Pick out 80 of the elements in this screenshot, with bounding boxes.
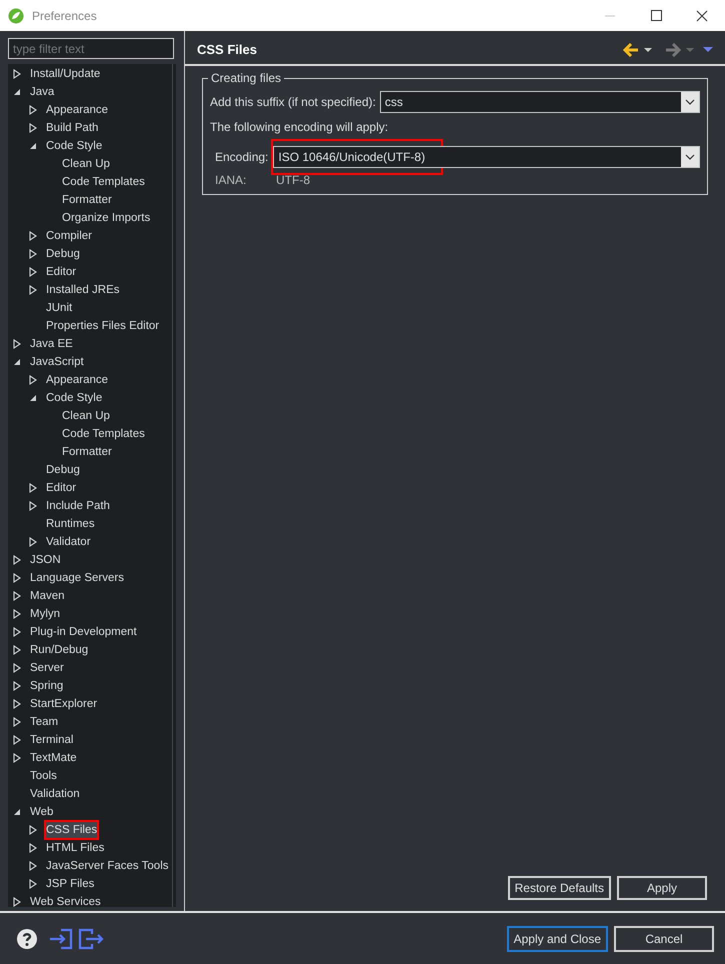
- tree-item[interactable]: Tools: [29, 767, 58, 785]
- iana-label: IANA:: [215, 172, 248, 189]
- tree-item[interactable]: Language Servers: [29, 569, 125, 587]
- expanded-triangle-icon[interactable]: [13, 808, 21, 816]
- tree-item[interactable]: Web: [29, 803, 54, 821]
- tree-item[interactable]: Team: [29, 713, 60, 731]
- tree-item[interactable]: Installed JREs: [45, 281, 121, 299]
- page-button[interactable]: Restore Defaults: [508, 876, 611, 900]
- tree-item[interactable]: Maven: [29, 587, 66, 605]
- tree-item[interactable]: JUnit: [45, 299, 74, 317]
- expanded-triangle-icon[interactable]: [29, 142, 37, 150]
- page-button[interactable]: Apply: [617, 876, 707, 900]
- chevron-down-icon[interactable]: [685, 154, 695, 160]
- tree-item[interactable]: Editor: [45, 479, 78, 497]
- tree-item[interactable]: Run/Debug: [29, 641, 90, 659]
- tree-item[interactable]: Server: [29, 659, 65, 677]
- menu-caret-icon[interactable]: [703, 46, 713, 53]
- expanded-triangle-icon[interactable]: [29, 394, 37, 402]
- tree-item[interactable]: TextMate: [29, 749, 78, 767]
- tree-item[interactable]: Compiler: [45, 227, 94, 245]
- tree-item[interactable]: Formatter: [61, 191, 113, 209]
- tree-item[interactable]: Code Style: [45, 389, 104, 407]
- tree-item[interactable]: Clean Up: [61, 155, 111, 173]
- tree-item[interactable]: CSS Files: [45, 821, 98, 839]
- expanded-triangle-icon[interactable]: [13, 88, 21, 96]
- tree-item[interactable]: Include Path: [45, 497, 111, 515]
- tree-item[interactable]: Plug-in Development: [29, 623, 138, 641]
- tree-item[interactable]: Code Style: [45, 137, 104, 155]
- tree-item[interactable]: Formatter: [61, 443, 113, 461]
- tree-item[interactable]: Mylyn: [29, 605, 62, 623]
- tree-item[interactable]: HTML Files: [45, 839, 106, 857]
- tree-item[interactable]: Terminal: [29, 731, 74, 749]
- tree-item[interactable]: Java: [29, 83, 56, 101]
- tree-item[interactable]: Appearance: [45, 101, 110, 119]
- tree-item[interactable]: StartExplorer: [29, 695, 98, 713]
- tree-item[interactable]: JavaServer Faces Tools: [45, 857, 170, 875]
- export-icon[interactable]: [78, 928, 104, 950]
- tree-item[interactable]: Web Services: [29, 893, 102, 907]
- tree-item[interactable]: Editor: [45, 263, 78, 281]
- leaf-logo-icon: [8, 8, 24, 24]
- expanded-triangle-icon[interactable]: [13, 358, 21, 366]
- tree-item[interactable]: JSP Files: [45, 875, 96, 893]
- iana-value: UTF-8: [276, 172, 310, 189]
- page-title: CSS Files: [197, 40, 257, 59]
- tree-item[interactable]: Properties Files Editor: [45, 317, 160, 335]
- import-icon[interactable]: [49, 928, 73, 950]
- dialog-button[interactable]: Cancel: [614, 926, 714, 952]
- collapsed-triangle-icon[interactable]: [29, 375, 37, 385]
- encoding-label: Encoding:: [215, 149, 268, 166]
- tree-item[interactable]: Code Templates: [61, 173, 146, 191]
- tree-item[interactable]: Code Templates: [61, 425, 146, 443]
- encoding-note: The following encoding will apply:: [210, 119, 390, 136]
- window-title: Preferences: [32, 8, 97, 24]
- tree-item[interactable]: Clean Up: [61, 407, 111, 425]
- forward-arrow-icon[interactable]: [665, 42, 681, 56]
- group-title: Creating files: [208, 71, 284, 85]
- tree-item[interactable]: Build Path: [45, 119, 100, 137]
- tree-item[interactable]: Debug: [45, 461, 81, 479]
- suffix-label: Add this suffix (if not specified):: [210, 94, 376, 111]
- suffix-dropdown[interactable]: css: [380, 91, 700, 113]
- tree-item[interactable]: Validation: [29, 785, 81, 803]
- tree-item[interactable]: Debug: [45, 245, 81, 263]
- caret-icon[interactable]: [643, 46, 653, 52]
- dialog-button[interactable]: Apply and Close: [506, 926, 608, 952]
- filter-field[interactable]: type filter text: [8, 38, 174, 59]
- tree-item[interactable]: JSON: [29, 551, 62, 569]
- tree-item[interactable]: Install/Update: [29, 65, 102, 83]
- tree-item[interactable]: Validator: [45, 533, 92, 551]
- tree-item[interactable]: JavaScript: [29, 353, 85, 371]
- tree-item[interactable]: Spring: [29, 677, 64, 695]
- help-icon[interactable]: [17, 928, 37, 948]
- tree-item[interactable]: Appearance: [45, 371, 110, 389]
- collapsed-triangle-icon[interactable]: [13, 69, 21, 79]
- collapsed-triangle-icon[interactable]: [13, 339, 21, 349]
- tree-item[interactable]: Java EE: [29, 335, 74, 353]
- tree-item[interactable]: Runtimes: [45, 515, 96, 533]
- chevron-down-icon[interactable]: [685, 99, 695, 105]
- encoding-dropdown[interactable]: ISO 10646/Unicode(UTF-8): [273, 146, 700, 168]
- back-arrow-icon[interactable]: [623, 42, 639, 56]
- tree-item[interactable]: Organize Imports: [61, 209, 152, 227]
